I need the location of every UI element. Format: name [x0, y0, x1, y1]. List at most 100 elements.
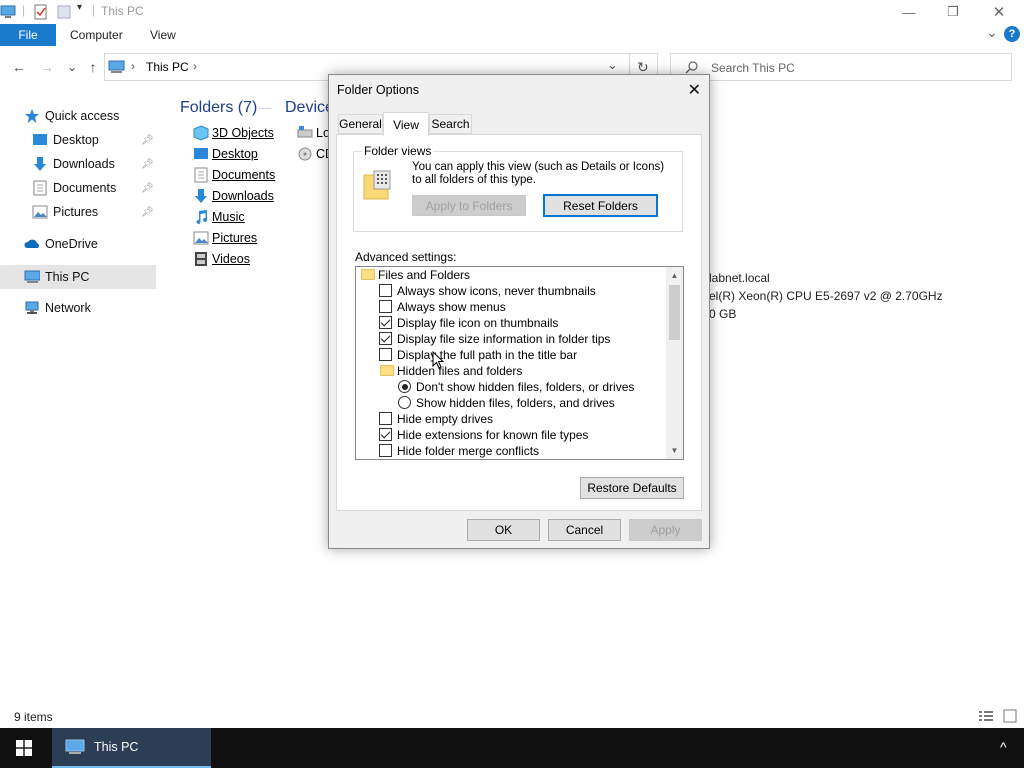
setting-label: Hide folder merge conflicts [397, 444, 540, 458]
scroll-down-icon[interactable]: ▼ [666, 442, 683, 459]
properties-icon[interactable] [33, 4, 49, 20]
ribbon-expand-icon[interactable]: ⌄ [986, 24, 998, 41]
details-view-icon[interactable] [978, 709, 994, 723]
taskbar-app-this-pc[interactable]: This PC [52, 728, 211, 768]
checkbox[interactable] [379, 444, 392, 457]
start-button[interactable] [0, 728, 48, 768]
sidebar-item-this-pc[interactable]: This PC [0, 265, 156, 289]
forward-button[interactable]: → [38, 58, 56, 76]
checkbox[interactable] [379, 284, 392, 297]
folder-music[interactable]: Music [193, 207, 245, 227]
setting-display-full-path[interactable]: Display the full path in the title bar [356, 347, 666, 363]
back-button[interactable]: ← [10, 58, 28, 76]
vertical-scrollbar[interactable]: ▲ ▼ [666, 267, 683, 459]
drive-icon [297, 126, 313, 138]
tab-general[interactable]: General [338, 114, 383, 134]
advanced-settings-list[interactable]: Files and Folders Always show icons, nev… [355, 266, 684, 460]
folder-videos[interactable]: Videos [193, 249, 250, 269]
dialog-close-button[interactable]: ✕ [688, 80, 701, 100]
tray-overflow-icon[interactable]: ^ [1000, 739, 1007, 755]
pin-icon[interactable]: 📌︎ [141, 159, 154, 170]
devices-group-header[interactable]: Device [285, 99, 334, 117]
advanced-settings-label: Advanced settings: [355, 250, 457, 264]
computer-icon[interactable] [0, 4, 16, 20]
pin-icon[interactable]: 📌︎ [141, 183, 154, 194]
setting-always-show-icons[interactable]: Always show icons, never thumbnails [356, 283, 666, 299]
setting-label: Don't show hidden files, folders, or dri… [416, 380, 635, 394]
folder-views-group: Folder views You can apply this view (su… [353, 144, 683, 232]
device-local-disk[interactable]: Lo [297, 123, 330, 143]
pin-icon[interactable]: 📌︎ [141, 135, 154, 146]
folder-downloads[interactable]: Downloads [193, 186, 274, 206]
tab-view[interactable]: View [383, 112, 429, 136]
tab-computer[interactable]: Computer [70, 28, 123, 42]
setting-always-show-menus[interactable]: Always show menus [356, 299, 666, 315]
search-input[interactable]: Search This PC [670, 53, 1012, 81]
maximize-button[interactable]: ❐ [930, 0, 976, 24]
tab-view[interactable]: View [150, 28, 176, 42]
tree-node-hidden-files[interactable]: Hidden files and folders [356, 363, 666, 379]
checkbox[interactable] [379, 316, 392, 329]
sidebar-item-label: This PC [45, 270, 90, 284]
checkbox[interactable] [379, 428, 392, 441]
recent-locations-button[interactable]: ⌄ [63, 58, 81, 76]
setting-dont-show-hidden[interactable]: Don't show hidden files, folders, or dri… [356, 379, 666, 395]
folder-3d-objects[interactable]: 3D Objects [193, 123, 274, 143]
radio-button[interactable] [398, 380, 411, 393]
cancel-button[interactable]: Cancel [548, 519, 621, 541]
folder-label: Downloads [212, 189, 274, 203]
folder-desktop[interactable]: Desktop [193, 144, 258, 164]
sidebar-item-network[interactable]: Network [0, 297, 156, 319]
setting-display-file-size[interactable]: Display file size information in folder … [356, 331, 666, 347]
folders-group-header[interactable]: Folders (7) [180, 99, 257, 117]
search-placeholder: Search This PC [711, 61, 795, 75]
folder-documents[interactable]: Documents [193, 165, 275, 185]
pin-icon[interactable]: 📌︎ [141, 207, 154, 218]
folder-icon [380, 365, 394, 376]
folder-pictures[interactable]: Pictures [193, 228, 257, 248]
setting-hide-empty-drives[interactable]: Hide empty drives [356, 411, 666, 427]
setting-show-hidden[interactable]: Show hidden files, folders, and drives [356, 395, 666, 411]
large-icons-view-icon[interactable] [1002, 709, 1018, 723]
minimize-button[interactable]: — [886, 0, 932, 24]
restore-defaults-button[interactable]: Restore Defaults [580, 477, 684, 499]
sidebar-item-quick-access[interactable]: Quick access [0, 105, 156, 127]
address-dropdown-icon[interactable]: ⌄ [607, 57, 618, 73]
cd-drive-icon [298, 147, 312, 161]
setting-hide-extensions[interactable]: Hide extensions for known file types [356, 427, 666, 443]
help-icon[interactable]: ? [1004, 26, 1020, 42]
customize-quick-access-icon[interactable]: ▾ [77, 2, 82, 18]
radio-button[interactable] [398, 396, 411, 409]
sidebar-item-desktop[interactable]: Desktop 📌︎ [0, 129, 156, 151]
up-button[interactable]: ↑ [84, 58, 102, 76]
scroll-up-icon[interactable]: ▲ [666, 267, 683, 284]
checkbox[interactable] [379, 332, 392, 345]
setting-display-file-icon[interactable]: Display file icon on thumbnails [356, 315, 666, 331]
cloud-icon [24, 239, 39, 248]
tree-node-files-and-folders[interactable]: Files and Folders [356, 267, 666, 283]
checkbox[interactable] [379, 348, 392, 361]
detail-memory: 0 GB [709, 307, 737, 321]
breadcrumb-separator[interactable]: › [131, 59, 135, 73]
sidebar-item-documents[interactable]: Documents 📌︎ [0, 177, 156, 199]
windows-logo-icon [16, 740, 32, 756]
reset-folders-button[interactable]: Reset Folders [543, 194, 658, 217]
breadcrumb-this-pc[interactable]: This PC [146, 60, 189, 74]
breadcrumb-separator[interactable]: › [193, 59, 197, 73]
tree-node-label: Hidden files and folders [397, 364, 523, 378]
checkbox[interactable] [379, 300, 392, 313]
setting-hide-merge-conflicts[interactable]: Hide folder merge conflicts [356, 443, 666, 459]
sidebar-item-downloads[interactable]: Downloads 📌︎ [0, 153, 156, 175]
checkbox[interactable] [379, 412, 392, 425]
apply-to-folders-button[interactable]: Apply to Folders [412, 195, 526, 216]
tab-file[interactable]: File [0, 24, 56, 46]
sidebar-item-pictures[interactable]: Pictures 📌︎ [0, 201, 156, 223]
setting-label: Show hidden files, folders, and drives [416, 396, 615, 410]
ok-button[interactable]: OK [467, 519, 540, 541]
tab-search[interactable]: Search [429, 114, 472, 134]
close-button[interactable]: ✕ [976, 0, 1022, 24]
scroll-thumb[interactable] [669, 285, 680, 340]
new-folder-icon[interactable] [56, 4, 72, 20]
apply-button[interactable]: Apply [629, 519, 702, 541]
sidebar-item-onedrive[interactable]: OneDrive [0, 233, 156, 255]
